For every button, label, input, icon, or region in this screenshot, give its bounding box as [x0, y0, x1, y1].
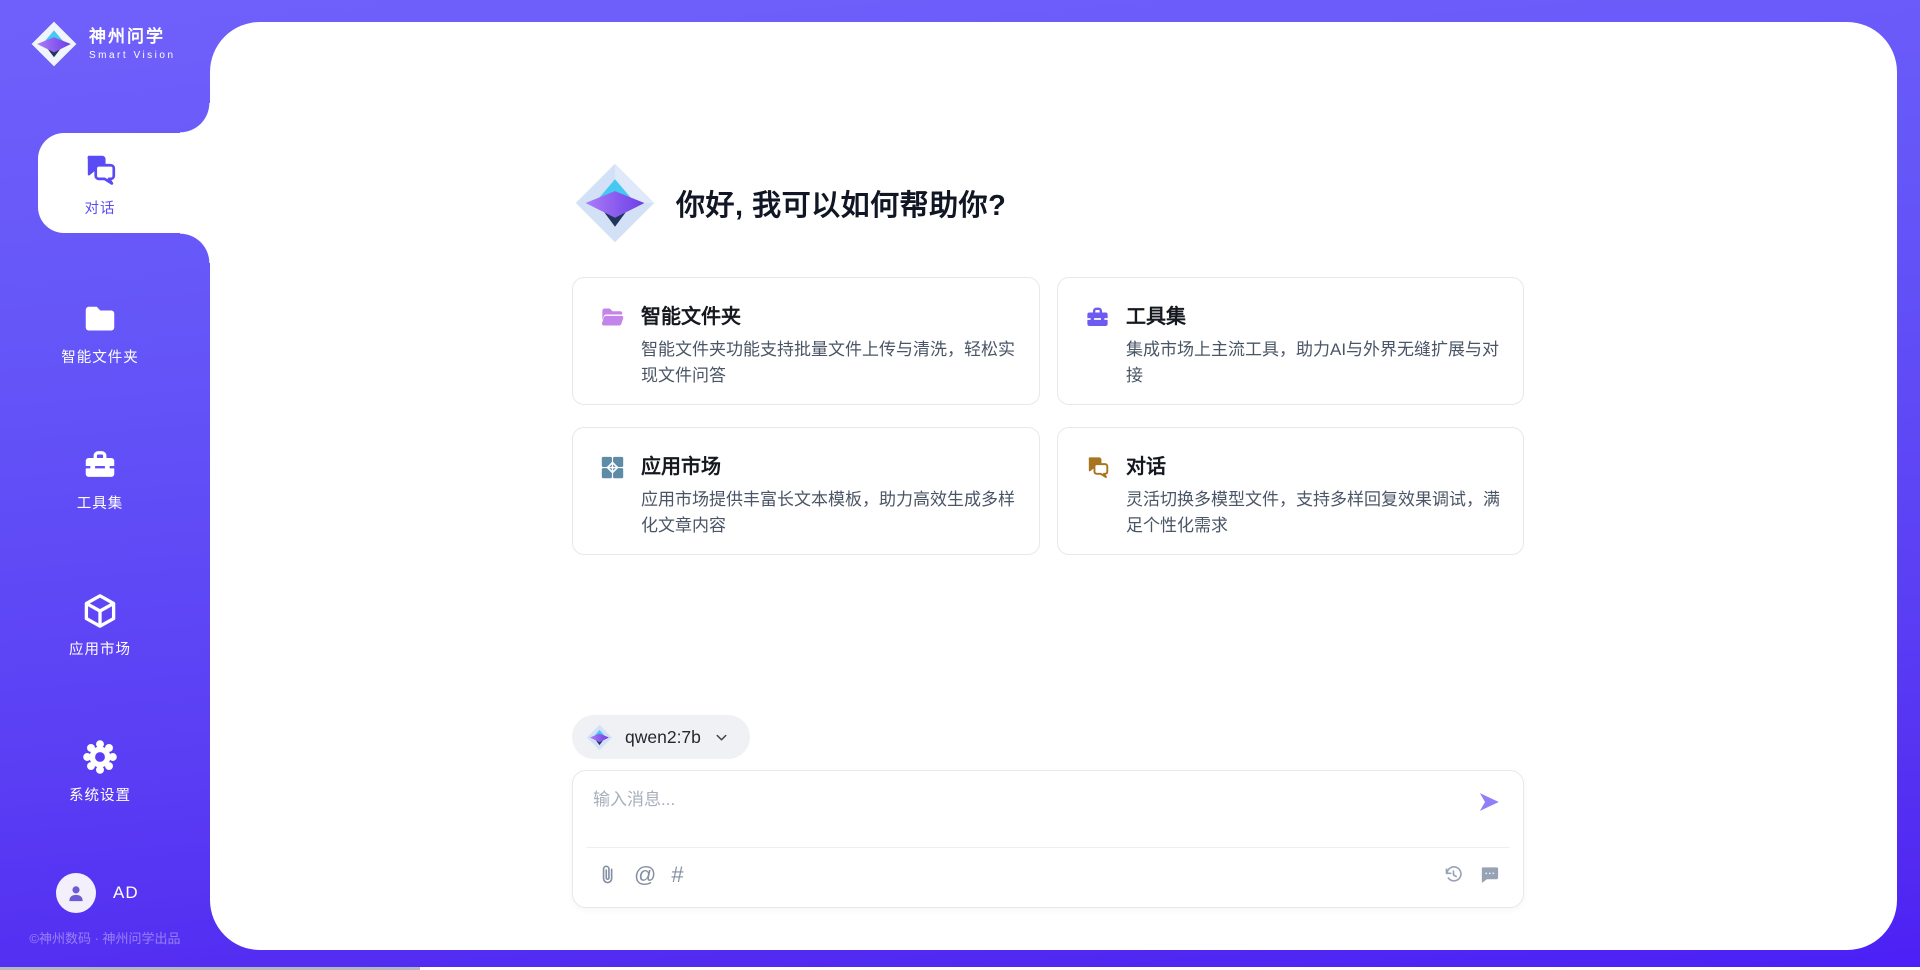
card-title: 工具集 — [1126, 300, 1499, 329]
paperclip-icon[interactable] — [596, 863, 619, 886]
model-selector[interactable]: qwen2:7b — [572, 715, 750, 759]
message-input[interactable] — [591, 783, 1451, 841]
folder-icon — [81, 300, 119, 338]
active-tab-fillet-bottom — [180, 233, 210, 263]
sidebar-item-app-market[interactable]: 应用市场 — [0, 592, 210, 659]
sidebar-item-label: 应用市场 — [69, 638, 131, 659]
card-description: 智能文件夹功能支持批量文件上传与清洗，轻松实现文件问答 — [641, 337, 1019, 389]
brand-logo: 神州问学 Smart Vision — [30, 20, 176, 68]
comment-icon[interactable] — [1478, 863, 1501, 886]
card-description: 应用市场提供丰富长文本模板，助力高效生成多样化文章内容 — [641, 487, 1019, 539]
brand-name: 神州问学 — [89, 27, 176, 47]
sidebar-item-chat[interactable]: 对话 — [0, 151, 210, 218]
app-window: 神州问学 Smart Vision 对话 智能文件夹 工具集 — [0, 0, 1920, 970]
model-name: qwen2:7b — [625, 727, 701, 748]
composer-divider — [587, 847, 1509, 848]
folder-open-icon — [599, 304, 626, 331]
chevron-down-icon — [713, 729, 730, 746]
toolbox-icon — [1084, 304, 1111, 331]
copyright-text: ©神州数码 · 神州问学出品 — [0, 928, 210, 947]
toolbox-icon — [81, 446, 119, 484]
sidebar-item-smart-folder[interactable]: 智能文件夹 — [0, 300, 210, 367]
model-diamond-icon — [586, 724, 613, 751]
feature-cards: 智能文件夹 智能文件夹功能支持批量文件上传与清洗，轻松实现文件问答 工具集 集成… — [572, 277, 1524, 555]
card-title: 智能文件夹 — [641, 300, 1015, 329]
greeting-title: 你好, 我可以如何帮助你? — [676, 182, 1006, 224]
composer-tools-left: @ # — [596, 863, 684, 886]
card-app-market[interactable]: 应用市场 应用市场提供丰富长文本模板，助力高效生成多样化文章内容 — [572, 427, 1040, 555]
app-grid-icon — [599, 454, 626, 481]
greeting-block: 你好, 我可以如何帮助你? — [573, 161, 1006, 245]
card-description: 集成市场上主流工具，助力AI与外界无缝扩展与对接 — [1126, 337, 1503, 389]
greeting-diamond-icon — [573, 161, 657, 245]
hashtag-icon[interactable]: # — [671, 863, 683, 886]
sidebar-item-label: 工具集 — [77, 492, 124, 513]
sidebar-item-label: 系统设置 — [69, 784, 131, 805]
card-toolset[interactable]: 工具集 集成市场上主流工具，助力AI与外界无缝扩展与对接 — [1057, 277, 1524, 405]
brand-subtitle: Smart Vision — [89, 50, 176, 61]
brand-diamond-icon — [30, 20, 78, 68]
card-title: 应用市场 — [641, 450, 1015, 479]
active-tab-fillet-top — [180, 103, 210, 133]
sidebar-item-toolset[interactable]: 工具集 — [0, 446, 210, 513]
gear-icon — [81, 738, 119, 776]
sidebar-item-label: 对话 — [85, 197, 116, 218]
avatar — [56, 873, 96, 913]
sidebar-item-label: 智能文件夹 — [61, 346, 139, 367]
history-icon[interactable] — [1442, 863, 1465, 886]
card-smart-folder[interactable]: 智能文件夹 智能文件夹功能支持批量文件上传与清洗，轻松实现文件问答 — [572, 277, 1040, 405]
chat-bubbles-icon — [1084, 454, 1111, 481]
composer-tools-right — [1442, 863, 1501, 886]
card-title: 对话 — [1126, 450, 1499, 479]
card-chat[interactable]: 对话 灵活切换多模型文件，支持多样回复效果调试，满足个性化需求 — [1057, 427, 1524, 555]
user-initials: AD — [113, 883, 139, 903]
card-description: 灵活切换多模型文件，支持多样回复效果调试，满足个性化需求 — [1126, 487, 1503, 539]
sidebar-item-settings[interactable]: 系统设置 — [0, 738, 210, 805]
cube-icon — [81, 592, 119, 630]
person-icon — [65, 882, 87, 904]
mention-icon[interactable]: @ — [634, 863, 656, 886]
message-composer: @ # — [572, 770, 1524, 908]
user-profile[interactable]: AD — [56, 873, 139, 913]
send-icon[interactable] — [1475, 788, 1503, 816]
chat-bubbles-icon — [81, 151, 119, 189]
